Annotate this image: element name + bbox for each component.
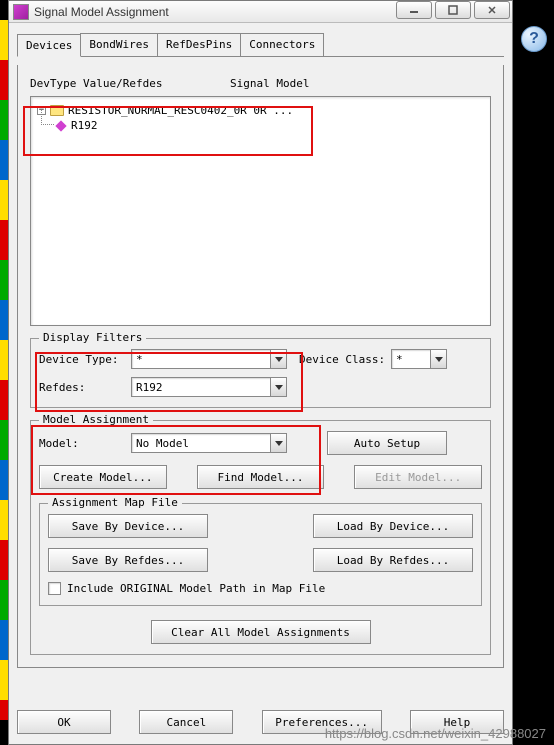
include-original-label: Include ORIGINAL Model Path in Map File bbox=[67, 582, 325, 595]
auto-setup-button[interactable]: Auto Setup bbox=[327, 431, 447, 455]
titlebar[interactable]: Signal Model Assignment bbox=[9, 1, 512, 23]
device-tree[interactable]: − RESISTOR_NORMAL_RESC0402_0R 0R ... R19… bbox=[30, 96, 491, 326]
ok-button[interactable]: OK bbox=[17, 710, 111, 734]
close-button[interactable] bbox=[474, 1, 510, 19]
column-header-sigmodel: Signal Model bbox=[230, 77, 491, 90]
refdes-combo[interactable] bbox=[131, 377, 271, 397]
minimize-icon bbox=[409, 5, 419, 15]
help-badge[interactable]: ? bbox=[521, 26, 547, 52]
assignment-map-file-legend: Assignment Map File bbox=[48, 496, 182, 509]
device-class-dropdown-button[interactable] bbox=[431, 349, 447, 369]
tab-bondwires[interactable]: BondWires bbox=[80, 33, 158, 56]
refdes-label: Refdes: bbox=[39, 381, 131, 394]
window-title: Signal Model Assignment bbox=[34, 5, 169, 19]
minimize-button[interactable] bbox=[396, 1, 432, 19]
chevron-down-icon bbox=[275, 441, 283, 446]
refdes-dropdown-button[interactable] bbox=[271, 377, 287, 397]
include-original-checkbox[interactable] bbox=[48, 582, 61, 595]
device-type-combo[interactable] bbox=[131, 349, 271, 369]
load-by-device-button[interactable]: Load By Device... bbox=[313, 514, 473, 538]
tab-strip: Devices BondWires RefDesPins Connectors bbox=[17, 33, 504, 57]
create-model-button[interactable]: Create Model... bbox=[39, 465, 167, 489]
app-icon bbox=[13, 4, 29, 20]
tab-connectors[interactable]: Connectors bbox=[240, 33, 324, 56]
tree-root-label: RESISTOR_NORMAL_RESC0402_0R 0R ... bbox=[68, 104, 293, 117]
tab-panel-devices: DevType Value/Refdes Signal Model − RESI… bbox=[17, 65, 504, 668]
clear-all-button[interactable]: Clear All Model Assignments bbox=[151, 620, 371, 644]
model-label: Model: bbox=[39, 437, 131, 450]
edit-model-button: Edit Model... bbox=[354, 465, 482, 489]
assignment-map-file-group: Assignment Map File Save By Device... Lo… bbox=[39, 503, 482, 606]
device-class-label: Device Class: bbox=[299, 353, 391, 366]
model-dropdown-button[interactable] bbox=[271, 433, 287, 453]
display-filters-group: Display Filters Device Type: Device Clas… bbox=[30, 338, 491, 408]
watermark: https://blog.csdn.net/weixin_42988027 bbox=[325, 726, 546, 741]
close-icon bbox=[487, 5, 497, 15]
tab-refdespins[interactable]: RefDesPins bbox=[157, 33, 241, 56]
device-class-combo[interactable] bbox=[391, 349, 431, 369]
chevron-down-icon bbox=[435, 357, 443, 362]
tree-child-label: R192 bbox=[71, 119, 98, 132]
maximize-button[interactable] bbox=[435, 1, 471, 19]
display-filters-legend: Display Filters bbox=[39, 331, 146, 344]
refdes-icon bbox=[55, 120, 66, 131]
chevron-down-icon bbox=[275, 357, 283, 362]
device-type-dropdown-button[interactable] bbox=[271, 349, 287, 369]
tree-child-item[interactable]: R192 bbox=[55, 118, 484, 133]
app-left-stripe bbox=[0, 20, 8, 720]
signal-model-window: Signal Model Assignment ? Devices BondWi… bbox=[8, 0, 513, 745]
model-combo[interactable] bbox=[131, 433, 271, 453]
column-header-devtype: DevType Value/Refdes bbox=[30, 77, 230, 90]
save-by-refdes-button[interactable]: Save By Refdes... bbox=[48, 548, 208, 572]
model-assignment-legend: Model Assignment bbox=[39, 413, 153, 426]
save-by-device-button[interactable]: Save By Device... bbox=[48, 514, 208, 538]
cancel-button[interactable]: Cancel bbox=[139, 710, 233, 734]
model-assignment-group: Model Assignment Model: Auto Setup Creat… bbox=[30, 420, 491, 655]
load-by-refdes-button[interactable]: Load By Refdes... bbox=[313, 548, 473, 572]
maximize-icon bbox=[448, 5, 458, 15]
tree-root-item[interactable]: − RESISTOR_NORMAL_RESC0402_0R 0R ... bbox=[37, 103, 484, 118]
find-model-button[interactable]: Find Model... bbox=[197, 465, 325, 489]
tab-devices[interactable]: Devices bbox=[17, 34, 81, 57]
chevron-down-icon bbox=[275, 385, 283, 390]
device-type-label: Device Type: bbox=[39, 353, 131, 366]
